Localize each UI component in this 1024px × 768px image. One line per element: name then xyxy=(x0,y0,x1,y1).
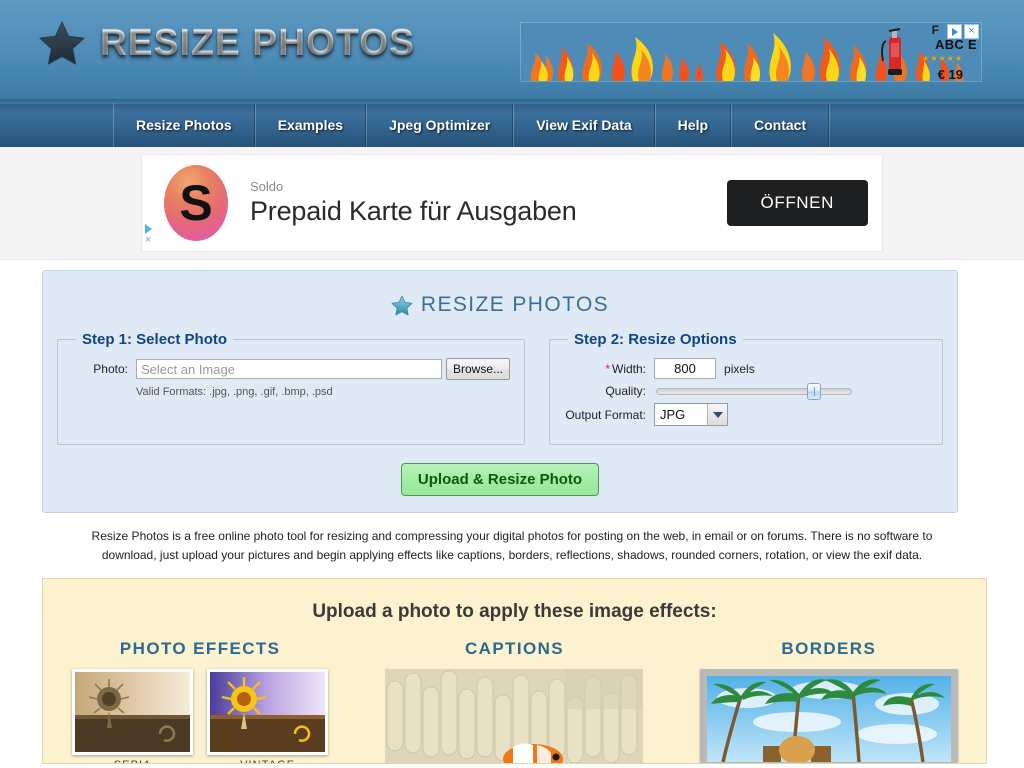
output-format-label: Output Format: xyxy=(565,407,647,422)
valid-formats-hint: Valid Formats: .jpg, .png, .gif, .bmp, .… xyxy=(136,386,333,398)
site-logo[interactable]: RESIZE PHOTOS xyxy=(38,20,415,66)
quality-slider-handle[interactable] xyxy=(807,383,822,400)
photo-label: Photo: xyxy=(93,362,128,376)
resize-form-panel: RESIZE PHOTOS Step 1: Select Photo Photo… xyxy=(42,270,958,513)
upload-resize-button[interactable]: Upload & Resize Photo xyxy=(400,463,600,496)
form-columns: Step 1: Select Photo Photo: Browse... Va… xyxy=(57,331,943,445)
advertiser-logo-letter: S xyxy=(179,175,213,231)
effects-heading-captions: CAPTIONS xyxy=(464,639,565,659)
nav-item-jpeg-optimizer[interactable]: Jpeg Optimizer xyxy=(366,103,514,147)
main-navigation: Resize Photos Examples Jpeg Optimizer Vi… xyxy=(0,103,1024,147)
nav-left-spacer xyxy=(0,103,113,147)
top-advertisement[interactable]: × S Soldo Prepaid Karte für Ausgaben ÖFF… xyxy=(142,155,882,251)
photo-input-row: Photo: Browse... xyxy=(72,358,511,380)
sepia-sunflower-image xyxy=(75,672,191,753)
advertisement-headline: Prepaid Karte für Ausgaben xyxy=(250,196,577,226)
photo-effects-thumbnails: SEPIA xyxy=(43,669,357,763)
panel-title-text: RESIZE PHOTOS xyxy=(420,293,610,316)
advertiser-logo: S xyxy=(164,165,228,241)
nav-item-help[interactable]: Help xyxy=(654,103,732,147)
header-ad-price: € 19 xyxy=(937,67,963,82)
site-header: RESIZE PHOTOS F × ABC E ★★★★★ € 19 xyxy=(0,0,1024,103)
effects-column-captions: CAPTIONS xyxy=(357,639,671,764)
nav-item-contact[interactable]: Contact xyxy=(731,103,830,147)
width-label-text: Width: xyxy=(612,361,647,376)
quality-slider-track[interactable] xyxy=(656,388,853,395)
effects-heading-borders: BORDERS xyxy=(781,639,877,659)
panel-title: RESIZE PHOTOS xyxy=(57,293,943,317)
width-unit-label: pixels xyxy=(724,361,755,376)
browse-button[interactable]: Browse... xyxy=(446,358,511,380)
output-format-select[interactable]: JPG xyxy=(654,403,729,426)
header-ad-text-f: F xyxy=(931,23,939,37)
chevron-down-icon[interactable] xyxy=(707,404,728,425)
sepia-sunflower-thumbnail[interactable] xyxy=(72,669,194,756)
adchoices-triangle-icon[interactable] xyxy=(145,224,152,234)
header-ad-rating-stars: ★★★★★ xyxy=(922,54,963,63)
quality-row: Quality: xyxy=(564,383,928,400)
upload-button-row: Upload & Resize Photo xyxy=(57,463,943,496)
step2-resize-options: Step 2: Resize Options *Width: pixels Qu… xyxy=(549,331,943,445)
adchoices-controls-top[interactable]: × xyxy=(145,224,152,246)
nav-right-spacer xyxy=(829,103,1024,147)
top-advertisement-region: × S Soldo Prepaid Karte für Ausgaben ÖFF… xyxy=(0,147,1024,260)
header-ad-product[interactable]: F × ABC E ★★★★★ € 19 xyxy=(881,23,981,82)
effects-section-title: Upload a photo to apply these image effe… xyxy=(312,601,717,623)
effects-column-borders: BORDERS xyxy=(672,639,986,764)
advertiser-name: Soldo xyxy=(250,179,284,194)
photo-input[interactable] xyxy=(136,359,442,379)
vintage-sunflower-image xyxy=(210,672,326,753)
header-banner-ad[interactable]: F × ABC E ★★★★★ € 19 xyxy=(520,22,982,82)
header-ad-text-abc: ABC E xyxy=(935,37,977,52)
image-effects-section: Upload a photo to apply these image effe… xyxy=(42,578,987,765)
thumbnail-label-vintage: VINTAGE xyxy=(207,759,328,763)
width-label: * Width: xyxy=(564,362,654,376)
width-row: *Width: pixels xyxy=(564,358,928,379)
site-title: RESIZE PHOTOS xyxy=(100,22,416,63)
thumbnail-label-sepia: SEPIA xyxy=(72,759,193,763)
clownfish-anemone-image xyxy=(385,669,644,764)
step1-select-photo: Step 1: Select Photo Photo: Browse... Va… xyxy=(57,331,526,445)
required-marker: * xyxy=(605,361,610,376)
palm-trees-beach-image xyxy=(706,676,951,763)
effects-columns: PHOTO EFFECTS CAPTIONS BORDERS xyxy=(43,639,986,764)
output-format-row: Output Format: JPG xyxy=(564,403,928,426)
quality-label: Quality: xyxy=(605,384,647,398)
advertisement-text-block: Soldo Prepaid Karte für Ausgaben xyxy=(250,179,727,227)
step1-legend: Step 1: Select Photo xyxy=(82,331,228,348)
thumbnail-group-sepia[interactable]: SEPIA xyxy=(72,669,194,763)
vintage-sunflower-thumbnail[interactable] xyxy=(207,669,329,756)
star-icon xyxy=(39,21,85,65)
fire-extinguisher-icon xyxy=(881,28,902,75)
site-description: Resize Photos is a free online photo too… xyxy=(91,529,933,562)
nav-item-examples[interactable]: Examples xyxy=(254,103,367,147)
quality-slider[interactable] xyxy=(656,383,853,400)
thumbnail-group-vintage[interactable]: VINTAGE xyxy=(207,669,329,763)
effects-column-photo-effects: PHOTO EFFECTS xyxy=(43,639,357,763)
nav-item-resize-photos[interactable]: Resize Photos xyxy=(113,103,255,147)
clownfish-anemone-thumbnail[interactable] xyxy=(385,669,644,764)
effects-heading-photo-effects: PHOTO EFFECTS xyxy=(119,639,281,659)
close-icon[interactable]: × xyxy=(145,235,152,246)
star-icon xyxy=(391,295,413,315)
width-input[interactable] xyxy=(654,358,717,379)
step2-legend: Step 2: Resize Options xyxy=(574,331,737,348)
advertisement-cta-button[interactable]: ÖFFNEN xyxy=(726,180,868,226)
palm-trees-beach-thumbnail[interactable] xyxy=(699,669,958,764)
nav-item-view-exif-data[interactable]: View Exif Data xyxy=(513,103,655,147)
